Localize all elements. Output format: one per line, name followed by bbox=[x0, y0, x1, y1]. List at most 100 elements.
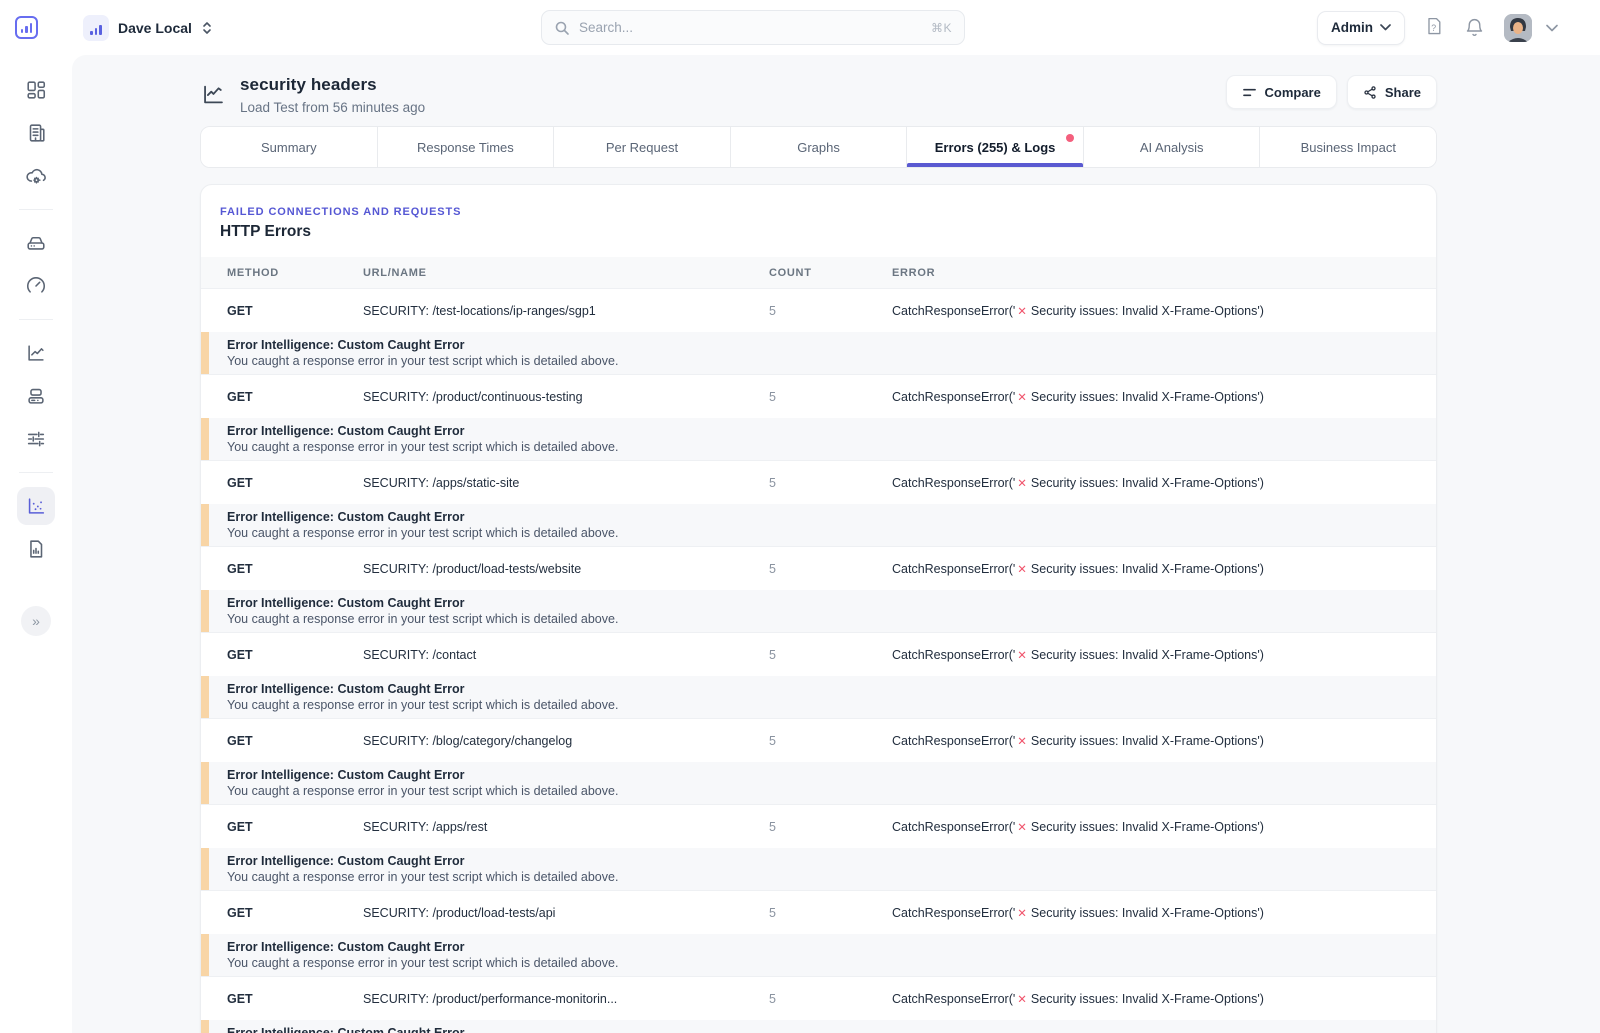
sidebar-divider bbox=[19, 319, 53, 320]
user-avatar[interactable] bbox=[1504, 14, 1532, 42]
account-chevron-down-icon[interactable] bbox=[1546, 24, 1558, 32]
sidebar-item-cloud-services[interactable] bbox=[17, 157, 55, 195]
error-intelligence-note: Error Intelligence: Custom Caught Error … bbox=[201, 676, 1436, 718]
note-body: You caught a response error in your test… bbox=[227, 612, 1436, 626]
cloud-gear-icon bbox=[25, 165, 47, 187]
table-row: GET SECURITY: /test-locations/ip-ranges/… bbox=[201, 288, 1436, 332]
count-cell: 5 bbox=[769, 390, 892, 404]
error-intelligence-note: Error Intelligence: Custom Caught Error … bbox=[201, 1020, 1436, 1033]
topbar: Dave Local ⌘K Admin ? bbox=[0, 0, 1600, 55]
tab-label: Business Impact bbox=[1301, 140, 1396, 155]
error-text-suffix: Security issues: Invalid X-Frame-Options… bbox=[1031, 304, 1264, 318]
sidebar-item-organization[interactable] bbox=[17, 114, 55, 152]
note-title: Error Intelligence: Custom Caught Error bbox=[227, 510, 1436, 524]
error-text-prefix: CatchResponseError(' bbox=[892, 648, 1015, 662]
compare-button[interactable]: Compare bbox=[1226, 75, 1337, 109]
error-cell: CatchResponseError('✕Security issues: In… bbox=[892, 992, 1436, 1006]
note-title: Error Intelligence: Custom Caught Error bbox=[227, 854, 1436, 868]
error-cell: CatchResponseError('✕Security issues: In… bbox=[892, 476, 1436, 490]
search-shortcut-hint: ⌘K bbox=[931, 21, 952, 35]
tabs-bar: Summary Response Times Per Request Graph… bbox=[200, 126, 1437, 168]
sidebar-item-charts[interactable] bbox=[17, 334, 55, 372]
method-cell: GET bbox=[227, 992, 363, 1006]
error-cell: CatchResponseError('✕ Security issues: In… bbox=[892, 304, 1436, 318]
dashboard-icon bbox=[25, 79, 47, 101]
tab-label: Graphs bbox=[797, 140, 840, 155]
note-title: Error Intelligence: Custom Caught Error bbox=[227, 940, 1436, 954]
tab-business-impact[interactable]: Business Impact bbox=[1260, 127, 1436, 167]
tab-per-request[interactable]: Per Request bbox=[554, 127, 731, 167]
help-icon[interactable]: ? bbox=[1424, 17, 1445, 38]
share-button[interactable]: Share bbox=[1347, 75, 1437, 109]
sidebar-item-test-results[interactable] bbox=[17, 487, 55, 525]
url-cell: SECURITY: /product/load-tests/api bbox=[363, 906, 769, 920]
card-title: HTTP Errors bbox=[220, 223, 1417, 241]
sidebar-item-dashboard[interactable] bbox=[17, 71, 55, 109]
search-input[interactable] bbox=[579, 20, 922, 35]
error-cell: CatchResponseError('✕Security issues: In… bbox=[892, 562, 1436, 576]
error-text-suffix: Security issues: Invalid X-Frame-Options… bbox=[1031, 906, 1264, 920]
error-x-icon: ✕ bbox=[1017, 306, 1027, 318]
tab-summary[interactable]: Summary bbox=[201, 127, 378, 167]
note-title: Error Intelligence: Custom Caught Error bbox=[227, 1026, 1436, 1033]
share-label: Share bbox=[1385, 85, 1421, 100]
error-table-body: GET SECURITY: /test-locations/ip-ranges/… bbox=[201, 288, 1436, 1033]
compare-icon bbox=[1242, 86, 1257, 99]
server-icon bbox=[25, 232, 47, 254]
sidebar-item-reports[interactable] bbox=[17, 530, 55, 568]
url-cell: SECURITY: /apps/rest bbox=[363, 820, 769, 834]
error-text-prefix: CatchResponseError(' bbox=[892, 562, 1015, 576]
error-x-icon: ✕ bbox=[1017, 994, 1027, 1006]
note-body: You caught a response error in your test… bbox=[227, 526, 1436, 540]
card-header: FAILED CONNECTIONS AND REQUESTS HTTP Err… bbox=[201, 185, 1436, 257]
search-bar[interactable]: ⌘K bbox=[541, 10, 965, 45]
http-errors-card: FAILED CONNECTIONS AND REQUESTS HTTP Err… bbox=[200, 184, 1437, 1033]
notifications-bell-icon[interactable] bbox=[1464, 17, 1485, 38]
error-text-suffix: Security issues: Invalid X-Frame-Options… bbox=[1031, 648, 1264, 662]
sidebar-expand-button[interactable]: » bbox=[21, 606, 51, 636]
url-cell: SECURITY: /contact bbox=[363, 648, 769, 662]
error-text-prefix: CatchResponseError(' bbox=[892, 390, 1015, 404]
error-intelligence-note: Error Intelligence: Custom Caught Error … bbox=[201, 332, 1436, 374]
count-cell: 5 bbox=[769, 562, 892, 576]
project-switcher[interactable]: Dave Local bbox=[83, 15, 213, 41]
error-intelligence-note: Error Intelligence: Custom Caught Error … bbox=[201, 418, 1436, 460]
tab-label: AI Analysis bbox=[1140, 140, 1204, 155]
error-text-suffix: Security issues: Invalid X-Frame-Options… bbox=[1031, 820, 1264, 834]
tab-ai-analysis[interactable]: AI Analysis bbox=[1084, 127, 1261, 167]
sidebar-divider bbox=[19, 472, 53, 473]
card-eyebrow: FAILED CONNECTIONS AND REQUESTS bbox=[220, 206, 1417, 218]
count-cell: 5 bbox=[769, 648, 892, 662]
note-title: Error Intelligence: Custom Caught Error bbox=[227, 596, 1436, 610]
sidebar-item-servers[interactable] bbox=[17, 224, 55, 262]
error-x-icon: ✕ bbox=[1017, 392, 1027, 404]
project-chart-icon bbox=[83, 15, 109, 41]
page-title: security headers bbox=[240, 75, 425, 95]
sidebar-item-performance[interactable] bbox=[17, 267, 55, 305]
error-x-icon: ✕ bbox=[1017, 478, 1027, 490]
tab-label: Per Request bbox=[606, 140, 678, 155]
tab-response-times[interactable]: Response Times bbox=[378, 127, 555, 167]
workstation-icon bbox=[25, 385, 47, 407]
admin-menu-button[interactable]: Admin bbox=[1317, 11, 1405, 45]
note-body: You caught a response error in your test… bbox=[227, 956, 1436, 970]
page-subtitle: Load Test from 56 minutes ago bbox=[240, 100, 425, 115]
chart-line-icon bbox=[25, 342, 47, 364]
url-cell: SECURITY: /test-locations/ip-ranges/sgp1 bbox=[363, 304, 769, 318]
app-logo-icon[interactable] bbox=[15, 16, 38, 39]
sidebar-item-settings[interactable] bbox=[17, 420, 55, 458]
url-cell: SECURITY: /product/performance-monitorin… bbox=[363, 992, 769, 1006]
error-text-prefix: CatchResponseError(' bbox=[892, 304, 1015, 318]
tab-graphs[interactable]: Graphs bbox=[731, 127, 908, 167]
count-cell: 5 bbox=[769, 820, 892, 834]
note-body: You caught a response error in your test… bbox=[227, 440, 1436, 454]
note-body: You caught a response error in your test… bbox=[227, 698, 1436, 712]
tab-errors-logs[interactable]: Errors (255) & Logs bbox=[907, 127, 1084, 167]
project-name: Dave Local bbox=[118, 20, 192, 36]
table-header: METHOD URL/NAME COUNT ERROR bbox=[201, 257, 1436, 288]
share-icon bbox=[1363, 85, 1377, 100]
error-cell: CatchResponseError('✕ Security issues: In… bbox=[892, 648, 1436, 662]
error-x-icon: ✕ bbox=[1017, 650, 1027, 662]
sidebar-item-hardware[interactable] bbox=[17, 377, 55, 415]
url-cell: SECURITY: /apps/static-site bbox=[363, 476, 769, 490]
